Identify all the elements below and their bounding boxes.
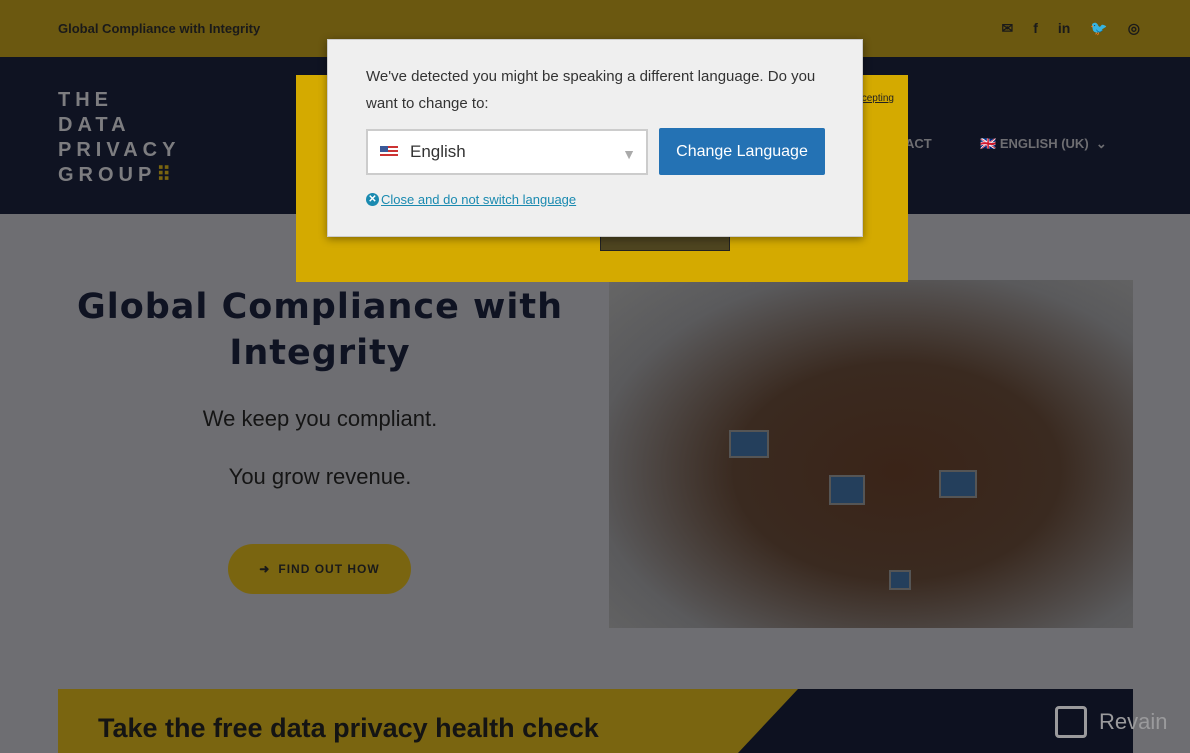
nav-contact[interactable]: ACT	[905, 136, 932, 151]
logo-line: THE	[58, 89, 113, 111]
revain-watermark: Revain	[1055, 706, 1167, 738]
change-language-button[interactable]: Change Language	[659, 128, 825, 175]
dropdown-arrow-icon: ▼	[622, 146, 636, 162]
watermark-text: Revain	[1099, 709, 1168, 734]
find-out-how-button[interactable]: ➜ FIND OUT HOW	[228, 544, 411, 594]
envelope-icon[interactable]: ✉	[1001, 20, 1013, 37]
chevron-down-icon: ⌄	[1095, 136, 1107, 151]
banner-title: Take the free data privacy health check	[98, 713, 599, 743]
logo-line: PRIVACY	[58, 139, 181, 161]
hero-title: Global Compliance with Integrity	[76, 287, 564, 373]
instagram-icon[interactable]: ◎	[1128, 20, 1140, 37]
close-circle-icon: ✕	[366, 193, 379, 206]
hero-image	[609, 280, 1133, 628]
close-link-text: Close and do not switch language	[381, 192, 577, 207]
laptop-shape	[939, 470, 977, 498]
laptop-shape	[729, 430, 769, 458]
logo-line: GROUP	[58, 164, 157, 186]
logo[interactable]: THE DATA PRIVACY GROUP⠿	[58, 88, 180, 188]
uk-flag-icon: 🇬🇧	[980, 136, 997, 151]
facebook-icon[interactable]: f	[1033, 20, 1038, 37]
health-check-banner[interactable]: Take the free data privacy health check	[58, 689, 1133, 753]
social-links: ✉ f in 🐦 ◎	[1001, 20, 1140, 37]
tagline: Global Compliance with Integrity	[58, 21, 261, 36]
hero-subtitle: You grow revenue.	[228, 464, 412, 489]
linkedin-icon[interactable]: in	[1058, 20, 1070, 37]
cookie-link[interactable]: cepting	[862, 93, 894, 104]
selected-language: English	[410, 142, 466, 161]
laptop-shape	[829, 475, 865, 505]
arrow-circle-icon: ➜	[259, 562, 271, 576]
language-switcher[interactable]: 🇬🇧 ENGLISH (UK) ⌄	[980, 136, 1107, 152]
twitter-icon[interactable]: 🐦	[1090, 20, 1107, 37]
logo-dots-icon: ⠿	[156, 164, 176, 186]
dialog-message: We've detected you might be speaking a d…	[366, 68, 816, 112]
close-no-switch-link[interactable]: ✕ Close and do not switch language	[366, 192, 576, 207]
hero-subtitle: We keep you compliant.	[202, 406, 438, 431]
us-flag-icon	[380, 146, 398, 158]
logo-line: DATA	[58, 114, 131, 136]
laptop-shape	[889, 570, 911, 590]
language-label: ENGLISH (UK)	[999, 136, 1089, 151]
language-select[interactable]: English ▼	[366, 129, 648, 175]
revain-logo-icon	[1055, 706, 1087, 738]
cta-label: FIND OUT HOW	[278, 562, 380, 576]
language-dialog: We've detected you might be speaking a d…	[327, 39, 863, 237]
